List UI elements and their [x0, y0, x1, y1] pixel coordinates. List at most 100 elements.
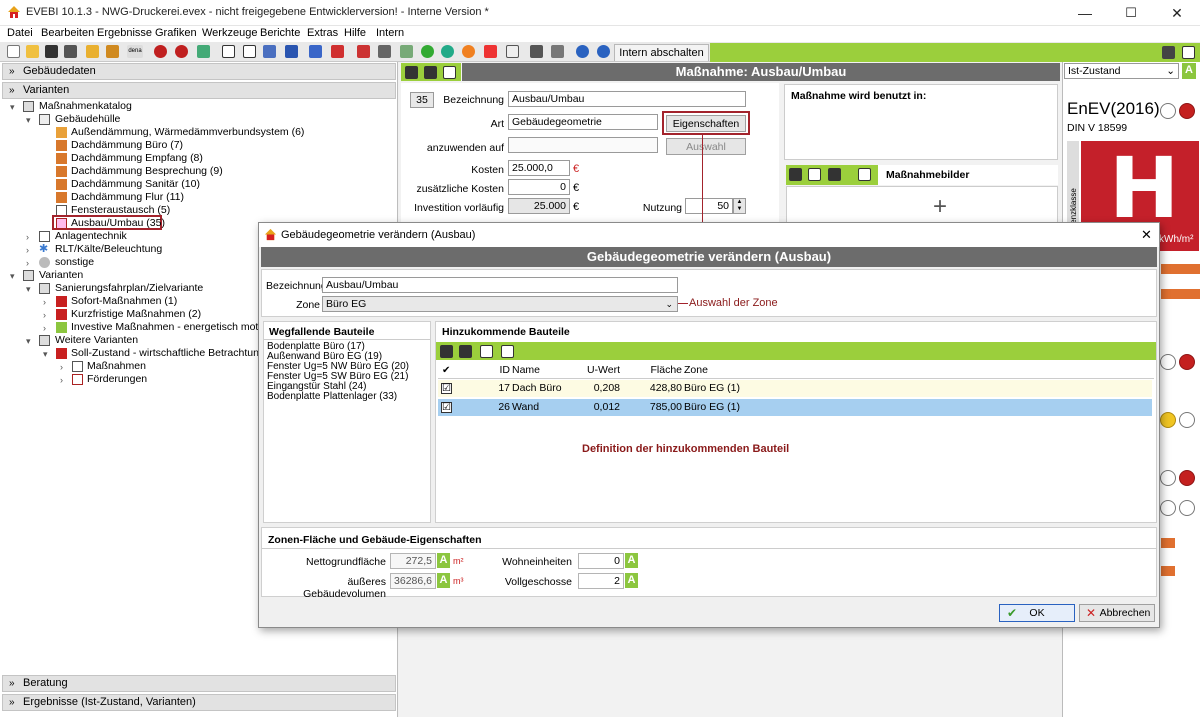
col-id[interactable]: ID: [458, 362, 511, 379]
volumen-a-button[interactable]: A: [437, 573, 450, 588]
window-icon[interactable]: [1182, 46, 1195, 59]
energy-icon[interactable]: [400, 45, 413, 58]
ok-button[interactable]: ✔ OK: [999, 604, 1075, 622]
nettogrund-a-button[interactable]: A: [437, 553, 450, 568]
list-item[interactable]: Bodenplatte Plattenlager (33): [267, 392, 409, 402]
tree-item-gebaeudehuelle[interactable]: Gebäudehülle: [55, 113, 120, 125]
tree-item[interactable]: Dachdämmung Büro (7): [71, 139, 183, 151]
mask-icon[interactable]: [331, 45, 344, 58]
sum-icon[interactable]: [285, 45, 298, 58]
expand-arrow-icon[interactable]: ▾: [10, 271, 15, 282]
collapse-arrow-icon[interactable]: ›: [43, 297, 46, 307]
report-icon[interactable]: [222, 45, 235, 58]
collapse-arrow-icon[interactable]: ›: [26, 245, 29, 255]
tree-item[interactable]: Dachdämmung Sanitär (10): [71, 178, 200, 190]
menu-berichte[interactable]: Berichte: [260, 27, 300, 39]
list-icon[interactable]: [506, 45, 519, 58]
add-icon[interactable]: [405, 66, 418, 79]
menu-intern[interactable]: Intern: [376, 27, 404, 39]
copy-icon[interactable]: [443, 66, 456, 79]
sun-icon[interactable]: [462, 45, 475, 58]
auswahl-button[interactable]: Auswahl: [666, 138, 746, 155]
close-button[interactable]: ✕: [1154, 0, 1200, 26]
zoom-icon[interactable]: [421, 45, 434, 58]
nutzung-input[interactable]: 50: [685, 198, 733, 214]
dlg-zone-select[interactable]: Büro EG ⌄: [322, 296, 678, 312]
expand-arrow-icon[interactable]: ▾: [10, 102, 15, 113]
section-gebaeudedaten[interactable]: » Gebäudedaten: [2, 63, 396, 80]
tree-item[interactable]: Außendämmung, Wärmedämmverbundsystem (6): [71, 126, 304, 138]
table-icon[interactable]: [263, 45, 276, 58]
a-button[interactable]: A: [1182, 63, 1196, 79]
tree-item-rlt[interactable]: RLT/Kälte/Beleuchtung: [55, 243, 162, 255]
expand-arrow-icon[interactable]: ▾: [26, 284, 31, 295]
grid-icon[interactable]: [357, 45, 370, 58]
expand-arrow-icon[interactable]: ▾: [26, 115, 31, 126]
menu-werkzeuge[interactable]: Werkzeuge: [202, 27, 257, 39]
dlg-bezeichnung-input[interactable]: Ausbau/Umbau: [322, 277, 678, 293]
zustand-select[interactable]: Ist-Zustand ⌄: [1064, 63, 1179, 79]
collapse-arrow-icon[interactable]: ›: [43, 310, 46, 320]
expand-arrow-icon[interactable]: ▾: [43, 349, 48, 360]
add-image-icon[interactable]: [789, 168, 802, 181]
tree-item-weitere-varianten[interactable]: Weitere Varianten: [55, 334, 138, 346]
nutzung-spinner[interactable]: ▲ ▼: [733, 198, 746, 214]
edit-row-icon[interactable]: [501, 345, 514, 358]
remove-icon[interactable]: [424, 66, 437, 79]
help-icon[interactable]: [576, 45, 589, 58]
import-icon[interactable]: [86, 45, 99, 58]
tree-item[interactable]: Kurzfristige Maßnahmen (2): [71, 308, 201, 320]
undo-icon[interactable]: [154, 45, 167, 58]
tree-item-sanierungsfahrplan[interactable]: Sanierungsfahrplan/Zielvariante: [55, 282, 203, 294]
eigenschaften-button[interactable]: Eigenschaften: [666, 115, 746, 132]
settings-icon[interactable]: [551, 45, 564, 58]
tree-item[interactable]: Dachdämmung Empfang (8): [71, 152, 203, 164]
collapse-arrow-icon[interactable]: ›: [43, 323, 46, 333]
open-folder-icon[interactable]: [26, 45, 39, 58]
collapse-arrow-icon[interactable]: ›: [26, 232, 29, 242]
section-ergebnisse[interactable]: » Ergebnisse (Ist-Zustand, Varianten): [2, 694, 396, 711]
col-name[interactable]: Name: [512, 362, 540, 379]
tree-item[interactable]: Dachdämmung Flur (11): [71, 191, 184, 203]
collapse-arrow-icon[interactable]: ›: [60, 375, 63, 385]
export-icon[interactable]: [106, 45, 119, 58]
save-as-icon[interactable]: [64, 45, 77, 58]
dena-icon[interactable]: dena: [127, 45, 143, 58]
col-flaeche[interactable]: Fläche: [624, 362, 682, 379]
save-icon[interactable]: [45, 45, 58, 58]
expand-arrow-icon[interactable]: ▾: [26, 336, 31, 347]
kosten-input[interactable]: 25.000,0: [508, 160, 570, 176]
menu-bearbeiten[interactable]: Bearbeiten: [41, 27, 94, 39]
redo-icon[interactable]: [175, 45, 188, 58]
tree-item[interactable]: Maßnahmen: [87, 360, 146, 372]
menu-extras[interactable]: Extras: [307, 27, 338, 39]
remove-image-icon[interactable]: [828, 168, 841, 181]
dialog-close-button[interactable]: ✕: [1141, 227, 1152, 243]
print-icon[interactable]: [530, 45, 543, 58]
vollgeschosse-a-button[interactable]: A: [625, 573, 638, 588]
tree-item-ausbau-umbau[interactable]: Ausbau/Umbau (35): [71, 217, 165, 229]
intern-tab[interactable]: Intern abschalten: [614, 44, 709, 61]
bezeichnung-input[interactable]: Ausbau/Umbau: [508, 91, 746, 107]
collapse-arrow-icon[interactable]: ›: [60, 362, 63, 372]
abbrechen-button[interactable]: ✕ Abbrechen: [1079, 604, 1155, 622]
camera-icon[interactable]: [858, 168, 871, 181]
export-arrow-icon[interactable]: [1162, 46, 1175, 59]
table-row[interactable]: ☑ 26 Wand 0,012 785,00 Büro EG (1): [438, 399, 1152, 416]
minimize-button[interactable]: —: [1062, 0, 1108, 26]
menu-datei[interactable]: Datei: [7, 27, 33, 39]
col-uwert[interactable]: U-Wert: [580, 362, 620, 379]
pdf-icon[interactable]: [378, 45, 391, 58]
tree-item-anlagentechnik[interactable]: Anlagentechnik: [55, 230, 127, 242]
menu-hilfe[interactable]: Hilfe: [344, 27, 366, 39]
tree-item[interactable]: Sofort-Maßnahmen (1): [71, 295, 177, 307]
zus-kosten-input[interactable]: 0: [508, 179, 570, 195]
section-beratung[interactable]: » Beratung: [2, 675, 396, 692]
maximize-button[interactable]: ☐: [1108, 0, 1154, 26]
calc-icon[interactable]: [243, 45, 256, 58]
copy-row-icon[interactable]: [480, 345, 493, 358]
new-file-icon[interactable]: [7, 45, 20, 58]
row-checkbox[interactable]: ☑: [441, 383, 452, 394]
info-icon[interactable]: [597, 45, 610, 58]
menu-grafiken[interactable]: Grafiken: [155, 27, 197, 39]
